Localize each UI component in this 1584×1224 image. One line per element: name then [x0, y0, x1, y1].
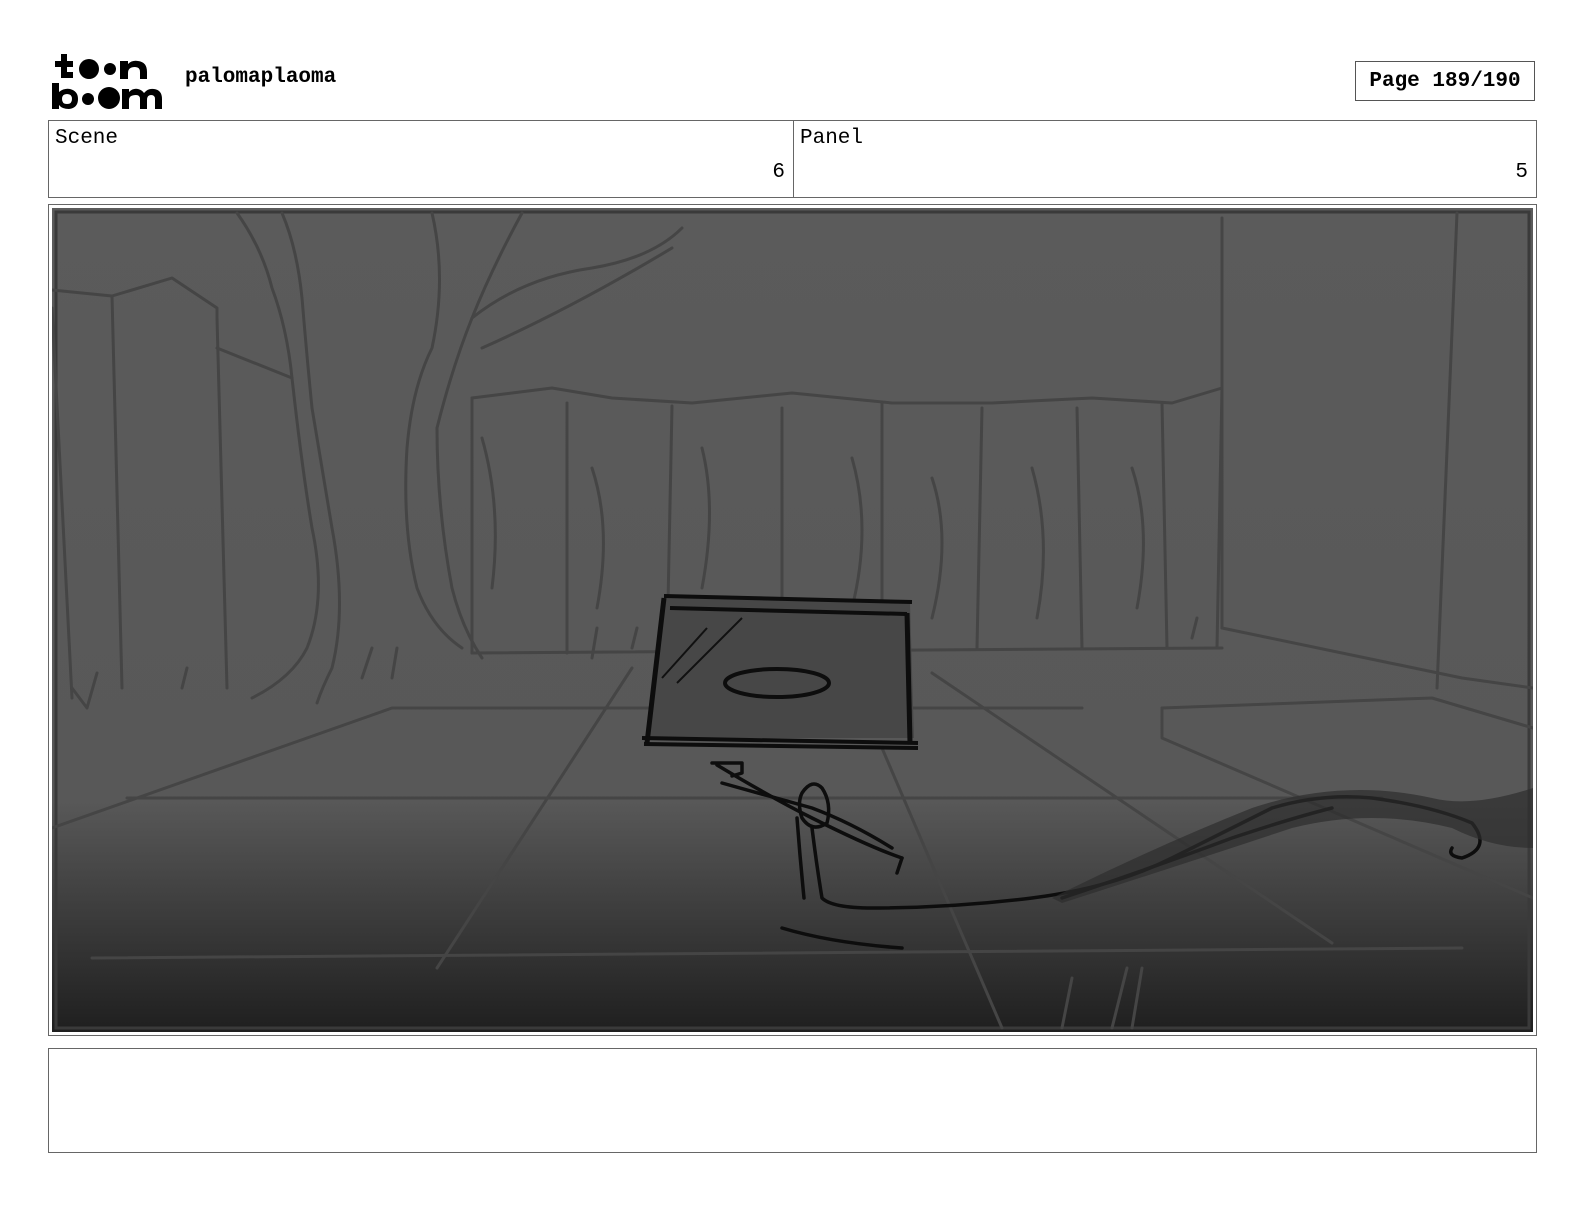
panel-number: 5	[1515, 161, 1528, 184]
storyboard-sketch-image	[52, 208, 1533, 1032]
scene-number: 6	[772, 161, 785, 184]
page-indicator: Page 189/190	[1355, 61, 1535, 101]
project-name: palomaplaoma	[185, 66, 337, 89]
panel-notes-box	[48, 1048, 1537, 1153]
panel-cell: Panel 5	[794, 121, 1536, 197]
panel-label: Panel	[800, 127, 864, 150]
scene-label: Scene	[55, 127, 119, 150]
storyboard-panel-frame	[48, 204, 1537, 1036]
scene-panel-info: Scene 6 Panel 5	[48, 120, 1537, 198]
scene-cell: Scene 6	[49, 121, 794, 197]
toon-boom-logo	[52, 52, 164, 110]
